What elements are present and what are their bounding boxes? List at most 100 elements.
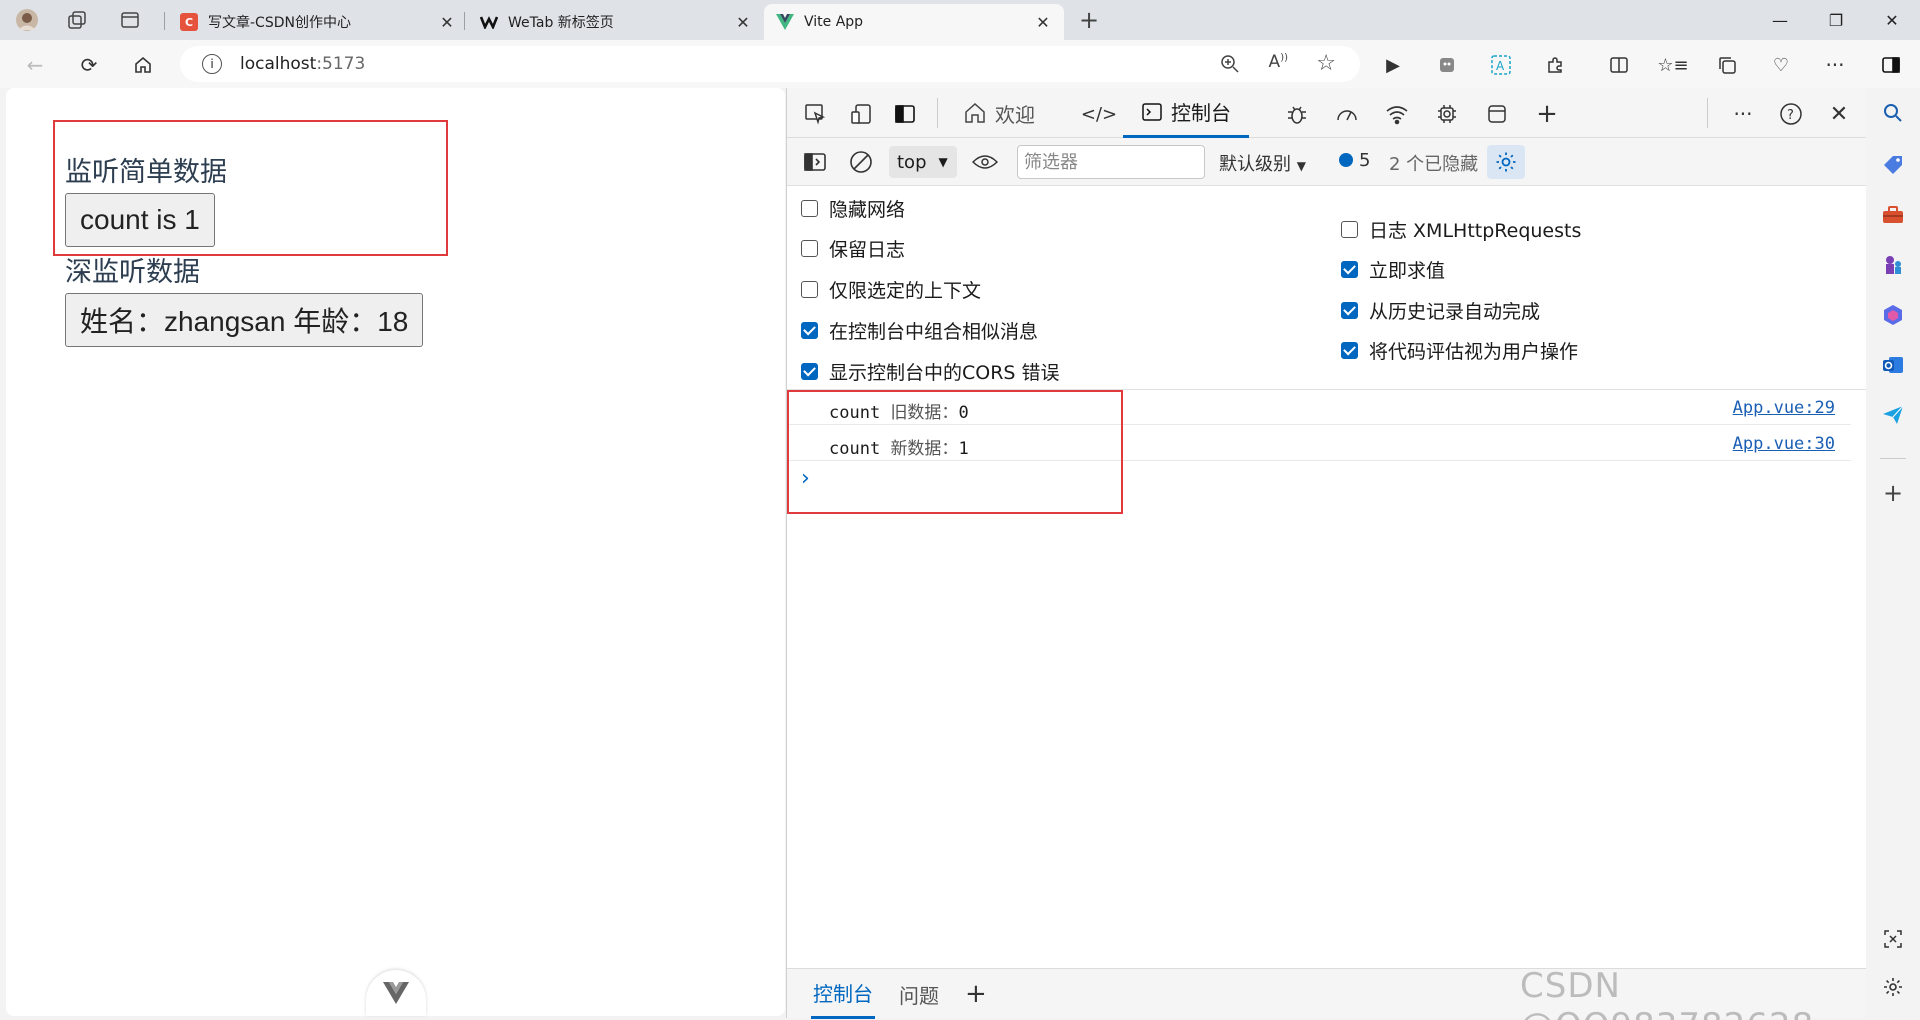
option-selected-context-only[interactable]: 仅限选定的上下文: [801, 276, 981, 303]
close-tab-icon[interactable]: ✕: [438, 13, 456, 32]
site-info-icon[interactable]: i: [202, 54, 222, 74]
application-icon[interactable]: [1481, 98, 1513, 130]
message-bubble-icon: [1339, 153, 1353, 167]
devtools-tab-bar: 欢迎 </> 控制台 + ··· ? ✕: [787, 88, 1867, 138]
message-count-badge[interactable]: 5: [1339, 150, 1370, 171]
extension-icon[interactable]: [1432, 50, 1462, 80]
close-tab-icon[interactable]: ✕: [734, 13, 752, 32]
log-source-link[interactable]: App.vue:30: [1733, 434, 1835, 454]
context-select[interactable]: top ▼: [889, 146, 957, 178]
vertical-tabs-icon[interactable]: [117, 7, 143, 33]
checkbox-checked[interactable]: [1341, 302, 1358, 319]
show-sidebar-icon[interactable]: [799, 146, 831, 178]
checkbox[interactable]: [801, 200, 818, 217]
checkbox-checked[interactable]: [801, 322, 818, 339]
tab-vite-app[interactable]: Vite App ✕: [764, 4, 1064, 40]
sidebar-toggle-icon[interactable]: [1876, 50, 1906, 80]
option-preserve-log[interactable]: 保留日志: [801, 235, 905, 262]
csdn-favicon-icon: C: [180, 13, 198, 31]
search-icon[interactable]: [1878, 98, 1908, 128]
favorites-icon[interactable]: ☆≡: [1657, 50, 1688, 80]
option-show-cors-errors[interactable]: 显示控制台中的CORS 错误: [801, 358, 1060, 385]
checkbox-checked[interactable]: [801, 363, 818, 380]
inspect-element-icon[interactable]: [799, 98, 831, 130]
filter-input[interactable]: [1017, 145, 1205, 179]
person-button[interactable]: 姓名：zhangsan 年龄：18: [65, 293, 424, 347]
more-tools-plus-icon[interactable]: +: [1531, 98, 1563, 130]
minimize-button[interactable]: —: [1752, 0, 1808, 40]
tab-wetab[interactable]: WeTab 新标签页 ✕: [468, 4, 764, 40]
option-treat-eval-user-gesture[interactable]: 将代码评估视为用户操作: [1341, 337, 1578, 364]
customize-more-icon[interactable]: ···: [1727, 98, 1759, 130]
outlook-icon[interactable]: [1878, 350, 1908, 380]
close-tab-icon[interactable]: ✕: [1034, 13, 1052, 32]
vue-logo-icon: [383, 982, 409, 1004]
network-wifi-icon[interactable]: [1381, 98, 1413, 130]
log-source-link[interactable]: App.vue:29: [1733, 398, 1835, 418]
extensions-puzzle-icon[interactable]: [1540, 50, 1570, 80]
checkbox[interactable]: [801, 281, 818, 298]
checkbox-checked[interactable]: [1341, 342, 1358, 359]
close-devtools-icon[interactable]: ✕: [1823, 98, 1855, 130]
drawer-tab-issues[interactable]: 问题: [899, 969, 939, 1019]
option-hide-network[interactable]: 隐藏网络: [801, 195, 905, 222]
option-log-xhr[interactable]: 日志 XMLHttpRequests: [1341, 216, 1581, 243]
log-level-select[interactable]: 默认级别 ▼: [1219, 150, 1306, 176]
close-window-button[interactable]: ✕: [1864, 0, 1920, 40]
tab-title: WeTab 新标签页: [508, 15, 614, 31]
live-expression-eye-icon[interactable]: [969, 146, 1001, 178]
read-aloud-icon[interactable]: A)): [1269, 52, 1288, 72]
option-autocomplete-history[interactable]: 从历史记录自动完成: [1341, 297, 1540, 324]
send-paper-plane-icon[interactable]: [1878, 400, 1908, 430]
elements-code-icon[interactable]: </>: [1081, 98, 1117, 130]
games-chess-icon[interactable]: [1878, 250, 1908, 280]
vue-devtools-toggle[interactable]: [366, 970, 426, 1016]
drawer-tab-console[interactable]: 控制台: [811, 969, 875, 1019]
workspaces-icon[interactable]: [64, 7, 90, 33]
sources-bug-icon[interactable]: [1281, 98, 1313, 130]
copilot-icon[interactable]: [1878, 300, 1908, 330]
context-value: top: [897, 151, 927, 173]
favorite-star-icon[interactable]: ☆: [1316, 51, 1336, 76]
restore-button[interactable]: ❐: [1808, 0, 1864, 40]
help-icon[interactable]: ?: [1775, 98, 1807, 130]
section-title-simple-watch: 监听简单数据: [65, 157, 227, 188]
option-group-similar[interactable]: 在控制台中组合相似消息: [801, 317, 1038, 344]
tab-welcome[interactable]: 欢迎: [963, 88, 1035, 138]
refresh-icon[interactable]: ⟳: [74, 50, 104, 80]
settings-more-icon[interactable]: ···: [1820, 50, 1850, 80]
dock-side-icon[interactable]: [889, 98, 921, 130]
checkbox[interactable]: [801, 240, 818, 257]
memory-chip-icon[interactable]: [1431, 98, 1463, 130]
tab-console[interactable]: 控制台: [1123, 88, 1249, 138]
collections-icon[interactable]: [1712, 50, 1742, 80]
device-emulation-icon[interactable]: [845, 98, 877, 130]
tab-csdn[interactable]: C 写文章-CSDN创作中心 ✕: [168, 4, 468, 40]
option-label: 仅限选定的上下文: [829, 280, 982, 302]
profile-avatar-icon[interactable]: [14, 7, 40, 33]
tab-label: 控制台: [1171, 101, 1231, 125]
tab-label: 欢迎: [995, 102, 1035, 127]
browser-essentials-icon[interactable]: ♡: [1766, 50, 1796, 80]
drawer-add-tab-icon[interactable]: +: [965, 969, 987, 1019]
home-icon[interactable]: [128, 50, 158, 80]
performance-gauge-icon[interactable]: [1331, 98, 1363, 130]
add-sidebar-app-icon[interactable]: +: [1878, 478, 1908, 508]
screenshot-capture-icon[interactable]: [1878, 924, 1908, 954]
checkbox-checked[interactable]: [1341, 261, 1358, 278]
option-eager-evaluation[interactable]: 立即求值: [1341, 256, 1445, 283]
tools-toolbox-icon[interactable]: [1878, 200, 1908, 230]
zoom-icon[interactable]: [1220, 54, 1240, 79]
clear-console-icon[interactable]: [845, 146, 877, 178]
play-icon[interactable]: ▶: [1378, 50, 1408, 80]
split-screen-icon[interactable]: [1604, 50, 1634, 80]
address-bar[interactable]: i localhost:5173 A)) ☆: [180, 46, 1360, 82]
shopping-tag-icon[interactable]: [1878, 150, 1908, 180]
back-arrow-icon[interactable]: ←: [20, 50, 50, 80]
translate-icon[interactable]: A: [1486, 50, 1516, 80]
wetab-favicon-icon: [480, 13, 498, 31]
new-tab-button[interactable]: +: [1076, 6, 1102, 34]
checkbox[interactable]: [1341, 221, 1358, 238]
console-settings-gear-icon[interactable]: [1487, 145, 1525, 179]
count-button[interactable]: count is 1: [65, 193, 215, 247]
